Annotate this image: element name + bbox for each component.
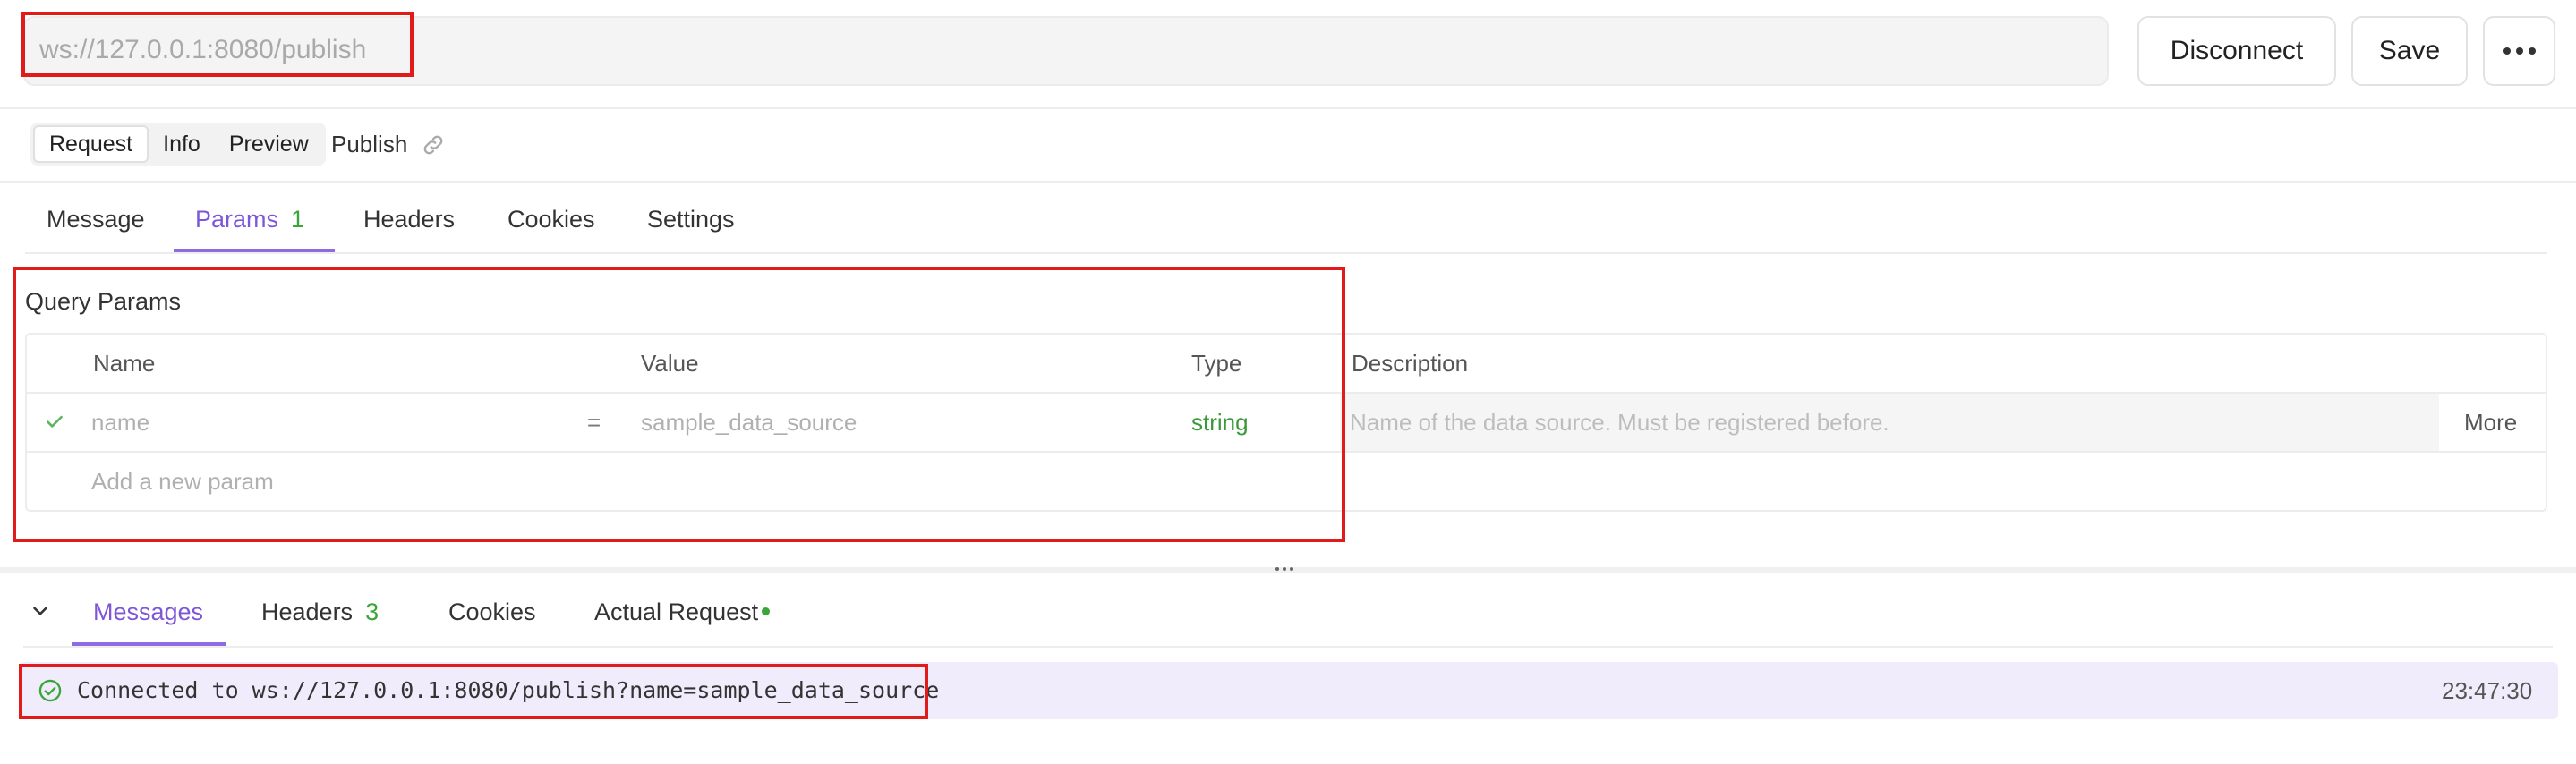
highlight-params-box bbox=[13, 267, 1345, 542]
status-dot bbox=[762, 607, 771, 616]
tab-message[interactable]: Message bbox=[47, 204, 145, 234]
mode-switch: Request Info Preview bbox=[30, 123, 326, 166]
divider bbox=[23, 646, 2553, 648]
mode-preview[interactable]: Preview bbox=[215, 125, 323, 163]
highlight-message-box bbox=[19, 664, 928, 719]
divider bbox=[0, 181, 2576, 183]
param-more-button[interactable]: More bbox=[2464, 408, 2517, 437]
save-button[interactable]: Save bbox=[2351, 16, 2468, 86]
publish-label: Publish bbox=[331, 131, 408, 157]
params-count-badge: 1 bbox=[291, 206, 305, 233]
tab-response-headers[interactable]: Headers 3 bbox=[261, 597, 379, 627]
divider bbox=[0, 107, 2576, 109]
tab-response-headers-label: Headers bbox=[261, 598, 354, 625]
tab-headers[interactable]: Headers bbox=[363, 204, 455, 234]
ellipsis-icon bbox=[2503, 47, 2536, 55]
column-header-description: Description bbox=[1352, 350, 1469, 377]
tab-messages[interactable]: Messages bbox=[93, 597, 203, 627]
highlight-url-box bbox=[21, 12, 414, 77]
drag-handle-icon[interactable] bbox=[1275, 567, 1293, 571]
link-icon[interactable] bbox=[421, 132, 446, 157]
tab-actual-request[interactable]: Actual Request bbox=[594, 597, 771, 627]
disconnect-button[interactable]: Disconnect bbox=[2137, 16, 2336, 86]
headers-count-badge: 3 bbox=[365, 598, 380, 625]
tab-params[interactable]: Params 1 bbox=[195, 204, 304, 234]
mode-info[interactable]: Info bbox=[149, 125, 215, 163]
divider bbox=[25, 252, 2547, 254]
message-timestamp: 23:47:30 bbox=[2442, 677, 2533, 704]
mode-request[interactable]: Request bbox=[33, 125, 149, 163]
tab-response-cookies[interactable]: Cookies bbox=[448, 597, 536, 627]
param-description-input[interactable]: Name of the data source. Must be registe… bbox=[1350, 408, 1889, 437]
more-options-button[interactable] bbox=[2483, 16, 2555, 86]
chevron-down-icon[interactable] bbox=[29, 599, 52, 623]
tab-settings[interactable]: Settings bbox=[647, 204, 735, 234]
tab-actual-request-label: Actual Request bbox=[594, 598, 759, 625]
tab-cookies[interactable]: Cookies bbox=[508, 204, 595, 234]
tab-params-label: Params bbox=[195, 206, 279, 233]
